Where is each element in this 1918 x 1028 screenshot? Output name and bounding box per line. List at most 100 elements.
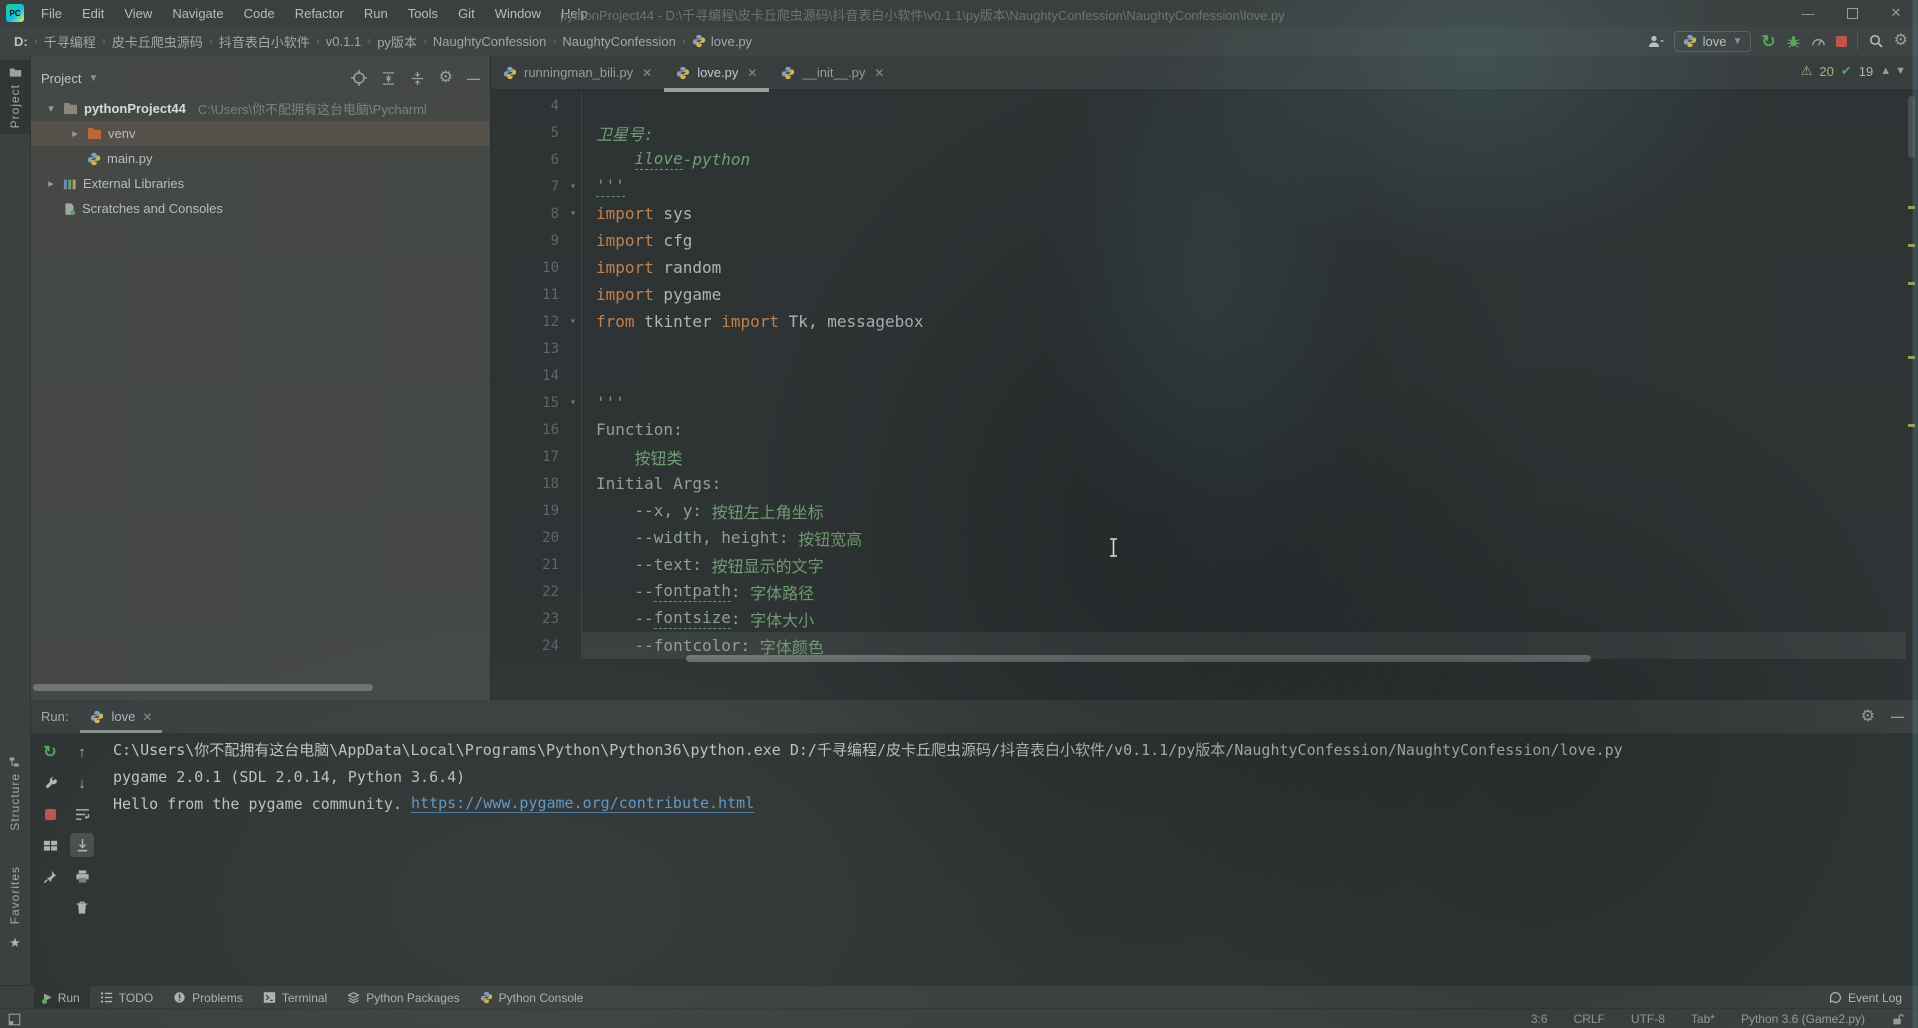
run-config-select[interactable]: love ▼	[1674, 31, 1752, 52]
todo-icon	[100, 991, 113, 1004]
encoding[interactable]: UTF-8	[1631, 1012, 1665, 1026]
editor-area: runningman_bili.py✕love.py✕__init__.py✕ …	[490, 56, 1918, 700]
tool-window-problems[interactable]: Problems	[163, 986, 253, 1009]
menu-navigate[interactable]: Navigate	[163, 3, 232, 24]
search-icon[interactable]	[1868, 33, 1884, 49]
breadcrumb-item-8[interactable]: love.py	[688, 32, 756, 51]
run-console[interactable]: C:\Users\你不配拥有这台电脑\AppData\Local\Program…	[113, 736, 1908, 979]
print-button[interactable]	[70, 864, 94, 888]
menu-run[interactable]: Run	[355, 3, 397, 24]
code-area[interactable]: 45卫星号:6 ilove-python7▾'''8▾import sys9im…	[491, 92, 1906, 700]
fold-marker-icon[interactable]: ▾	[565, 316, 581, 327]
event-log-button[interactable]: Event Log	[1829, 991, 1918, 1005]
expand-all-icon[interactable]	[381, 71, 396, 86]
window-title: pythonProject44 - D:\千寻编程\皮卡丘爬虫源码\抖音表白小软…	[560, 5, 1285, 24]
editor-tab-runningman_bili.py[interactable]: runningman_bili.py✕	[491, 56, 664, 89]
line-ending[interactable]: CRLF	[1574, 1012, 1605, 1026]
trash-button[interactable]	[70, 895, 94, 919]
chevron-icon[interactable]: ▸	[69, 127, 81, 140]
tool-window-terminal[interactable]: Terminal	[253, 986, 337, 1009]
scrollend-button[interactable]	[70, 833, 94, 857]
fold-marker-icon[interactable]: ▾	[565, 397, 581, 408]
rerun-button[interactable]: ↻	[38, 740, 62, 764]
user-icon[interactable]	[1647, 34, 1664, 49]
locate-file-icon[interactable]	[351, 70, 367, 86]
menu-tools[interactable]: Tools	[399, 3, 447, 24]
collapse-all-icon[interactable]	[410, 71, 425, 86]
menu-edit[interactable]: Edit	[73, 3, 113, 24]
menu-code[interactable]: Code	[235, 3, 284, 24]
settings-gear-icon[interactable]: ⚙	[1894, 33, 1908, 49]
breadcrumb-item-1[interactable]: 千寻编程	[40, 30, 100, 53]
softwrap-button[interactable]	[70, 802, 94, 826]
editor-hscrollbar[interactable]	[686, 655, 1591, 662]
close-icon[interactable]: ✕	[642, 66, 652, 80]
minimize-button[interactable]: —	[1786, 0, 1830, 26]
tree-item-Scratches and Consoles[interactable]: Scratches and Consoles	[31, 196, 490, 221]
maximize-button[interactable]	[1830, 0, 1874, 26]
console-link[interactable]: https://www.pygame.org/contribute.html	[411, 794, 754, 813]
project-panel-title[interactable]: Project	[41, 71, 81, 86]
hide-panel-icon[interactable]: —	[467, 71, 480, 86]
run-settings-icon[interactable]: ⚙	[1861, 709, 1875, 725]
breadcrumb-item-0[interactable]: D:	[10, 32, 32, 51]
editor-vscrollbar[interactable]	[1908, 96, 1915, 158]
chevron-down-icon: ▼	[1733, 36, 1743, 47]
up-button[interactable]: ↑	[70, 740, 94, 764]
tool-window-python-console[interactable]: Python Console	[470, 986, 594, 1009]
down-button[interactable]: ↓	[70, 771, 94, 795]
inspections-widget[interactable]: ⚠ 20 ✔ 19 ▲▼	[1801, 63, 1910, 79]
close-icon[interactable]: ✕	[142, 710, 152, 724]
close-icon[interactable]: ✕	[874, 66, 884, 80]
debug-button[interactable]	[1786, 34, 1801, 49]
menu-view[interactable]: View	[115, 3, 161, 24]
breadcrumb-item-2[interactable]: 皮卡丘爬虫源码	[108, 30, 207, 53]
hide-run-panel-icon[interactable]: —	[1891, 709, 1904, 724]
tool-window-run[interactable]: ▶Run	[34, 986, 90, 1009]
indent-style[interactable]: Tab*	[1691, 1012, 1715, 1026]
profiler-button[interactable]	[1811, 34, 1826, 49]
menu-git[interactable]: Git	[449, 3, 484, 24]
stop-button[interactable]	[1836, 36, 1847, 47]
tree-item-External Libraries[interactable]: ▸External Libraries	[31, 171, 490, 196]
project-hscrollbar[interactable]	[33, 684, 373, 691]
tool-window-python-packages[interactable]: Python Packages	[337, 986, 469, 1009]
editor-tab-love.py[interactable]: love.py✕	[664, 56, 769, 89]
close-button[interactable]: ✕	[1874, 0, 1918, 26]
toolwindow-toggle-icon[interactable]	[8, 1013, 21, 1026]
panel-settings-icon[interactable]: ⚙	[439, 70, 453, 86]
tree-item-pythonProject44[interactable]: ▾pythonProject44C:\Users\你不配拥有这台电脑\Pycha…	[31, 96, 490, 121]
chevron-down-icon[interactable]: ▼	[88, 73, 98, 84]
interpreter[interactable]: Python 3.6 (Game2.py)	[1741, 1012, 1865, 1026]
breadcrumb-item-5[interactable]: py版本	[373, 30, 421, 53]
close-icon[interactable]: ✕	[747, 66, 757, 80]
tree-item-main.py[interactable]: main.py	[31, 146, 490, 171]
chevron-icon[interactable]: ▾	[45, 102, 57, 115]
breadcrumb-item-7[interactable]: NaughtyConfession	[558, 32, 679, 51]
menu-refactor[interactable]: Refactor	[286, 3, 353, 24]
pin-button[interactable]	[38, 864, 62, 888]
run-tab-love[interactable]: love ✕	[80, 700, 162, 733]
tool-tab-structure[interactable]: Structure	[0, 756, 30, 831]
tree-item-venv[interactable]: ▸venv	[31, 121, 490, 146]
tool-tab-favorites[interactable]: Favorites ★	[0, 866, 30, 951]
breadcrumb-item-4[interactable]: v0.1.1	[322, 32, 365, 51]
chevron-icon[interactable]: ▸	[45, 177, 57, 190]
tool-window-todo[interactable]: TODO	[90, 986, 163, 1009]
project-tool-icon	[9, 66, 22, 79]
fold-marker-icon[interactable]: ▾	[565, 181, 581, 192]
menu-window[interactable]: Window	[486, 3, 550, 24]
breadcrumb-item-3[interactable]: 抖音表白小软件	[215, 30, 314, 53]
unlock-icon[interactable]	[1891, 1013, 1904, 1026]
rerun-button[interactable]: ↻	[1761, 33, 1775, 50]
menu-file[interactable]: File	[32, 3, 71, 24]
caret-position[interactable]: 3:6	[1531, 1012, 1548, 1026]
tool-tab-project[interactable]: Project	[0, 60, 30, 134]
wrench-button[interactable]	[38, 771, 62, 795]
editor-tab-__init__.py[interactable]: __init__.py✕	[769, 56, 896, 89]
prev-next-icons[interactable]: ▲▼	[1880, 65, 1910, 77]
stop-button[interactable]	[38, 802, 62, 826]
layout-button[interactable]	[38, 833, 62, 857]
breadcrumb-item-6[interactable]: NaughtyConfession	[429, 32, 550, 51]
fold-marker-icon[interactable]: ▾	[565, 208, 581, 219]
